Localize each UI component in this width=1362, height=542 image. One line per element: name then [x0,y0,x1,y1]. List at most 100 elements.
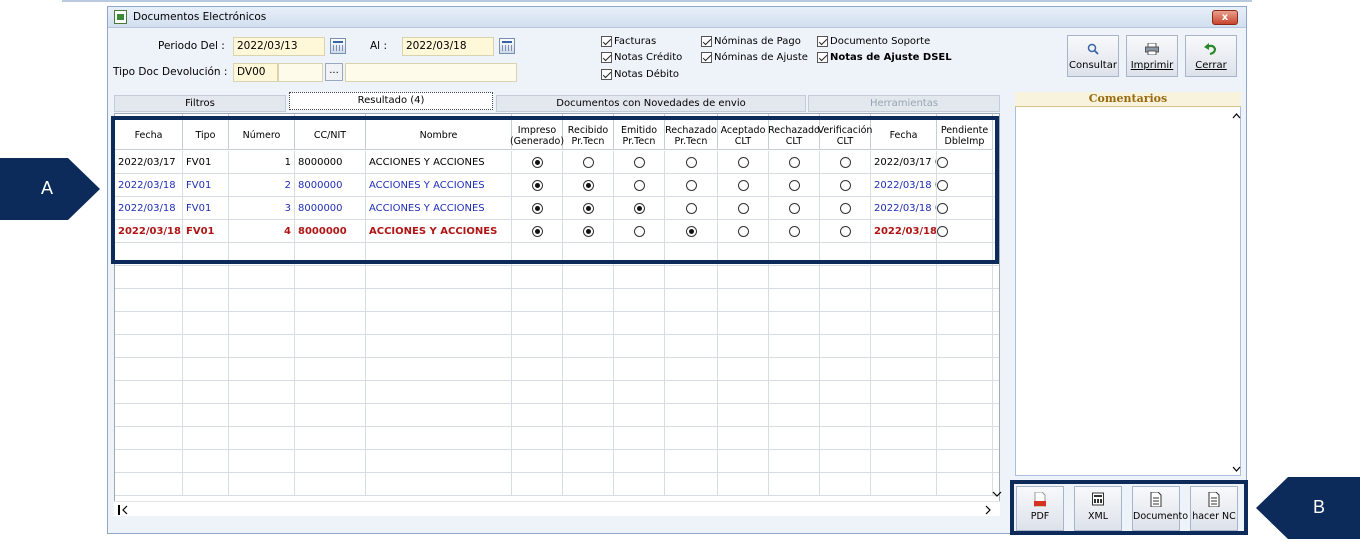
periodo-label: Periodo Del : [158,40,225,52]
empty-cell [665,335,718,357]
checkbox-notas-credito[interactable]: Notas Crédito [601,52,682,63]
empty-cell [718,312,769,334]
window-title: Documentos Electrónicos [133,11,267,23]
empty-cell [563,266,614,288]
empty-cell [366,427,512,449]
checkbox-notas-debito[interactable]: Notas Débito [601,69,679,80]
horizontal-scrollbar[interactable] [114,491,1002,516]
empty-cell [183,289,229,311]
tipo-doc-input[interactable]: DV00 [233,63,278,82]
empty-cell [665,266,718,288]
empty-cell [769,266,820,288]
comments-scrollbar[interactable] [1232,108,1241,475]
checkbox-checked-icon [601,69,612,80]
browse-button[interactable]: ... [325,63,343,81]
tab-documentos-novedades[interactable]: Documentos con Novedades de envio [496,95,806,112]
empty-cell [115,358,183,380]
empty-cell [769,404,820,426]
empty-cell [563,381,614,403]
checkbox-nominas-pago[interactable]: Nóminas de Pago [701,36,801,47]
empty-cell [183,381,229,403]
empty-cell [769,335,820,357]
tipo-doc-extra-input[interactable] [278,63,323,82]
empty-cell [665,404,718,426]
empty-cell [563,312,614,334]
empty-cell [718,266,769,288]
empty-cell [229,266,295,288]
empty-cell [718,450,769,472]
empty-cell [115,473,183,495]
checkbox-checked-icon [817,52,828,63]
empty-cell [718,335,769,357]
scroll-right-icon[interactable] [984,505,992,515]
checkbox-notas-ajuste-dsel[interactable]: Notas de Ajuste DSEL [817,52,952,63]
checkbox-checked-icon [601,36,612,47]
tipo-doc-description [345,63,517,82]
empty-cell [820,381,871,403]
empty-cell [614,358,665,380]
checkbox-facturas[interactable]: Facturas [601,36,656,47]
empty-cell [512,358,563,380]
cerrar-button[interactable]: Cerrar [1185,35,1237,77]
empty-cell [937,450,993,472]
checkbox-checked-icon [701,36,712,47]
empty-cell [115,404,183,426]
empty-row [115,335,999,358]
empty-cell [183,450,229,472]
empty-cell [229,358,295,380]
imprimir-button[interactable]: Imprimir [1126,35,1178,77]
empty-row [115,450,999,473]
empty-cell [115,335,183,357]
empty-cell [871,473,937,495]
empty-cell [937,335,993,357]
close-button[interactable]: x [1212,10,1238,25]
empty-cell [820,427,871,449]
calendar-al-icon[interactable] [499,38,515,54]
empty-cell [366,358,512,380]
empty-cell [366,266,512,288]
periodo-del-input[interactable]: 2022/03/13 [233,37,325,56]
scroll-up-icon[interactable] [1232,112,1241,120]
empty-cell [614,266,665,288]
empty-cell [366,312,512,334]
scroll-down-icon[interactable] [1232,465,1241,473]
scroll-left-icon[interactable] [118,505,130,515]
empty-cell [229,473,295,495]
empty-cell [665,358,718,380]
scroll-down-icon[interactable] [992,490,1002,498]
empty-cell [614,312,665,334]
empty-cell [769,289,820,311]
empty-cell [563,289,614,311]
consultar-button[interactable]: Consultar [1067,35,1119,77]
empty-cell [295,381,366,403]
empty-cell [512,266,563,288]
empty-cell [229,381,295,403]
calendar-del-icon[interactable] [330,38,346,54]
empty-cell [665,427,718,449]
empty-cell [295,427,366,449]
empty-cell [820,289,871,311]
tab-resultado[interactable]: Resultado (4) [289,92,493,110]
empty-cell [937,358,993,380]
empty-cell [183,312,229,334]
checkbox-checked-icon [817,36,828,47]
empty-cell [718,381,769,403]
empty-cell [665,289,718,311]
checkbox-nominas-ajuste[interactable]: Nóminas de Ajuste [701,52,808,63]
checkbox-documento-soporte[interactable]: Documento Soporte [817,36,930,47]
empty-cell [512,450,563,472]
empty-cell [295,450,366,472]
empty-cell [563,427,614,449]
periodo-al-input[interactable]: 2022/03/18 [402,37,494,56]
empty-cell [614,450,665,472]
tab-filtros[interactable]: Filtros [114,95,286,112]
empty-cell [665,381,718,403]
tab-herramientas[interactable]: Herramientas [808,95,1000,112]
al-label: Al : [370,40,387,52]
empty-cell [937,473,993,495]
empty-cell [563,335,614,357]
empty-cell [295,266,366,288]
empty-cell [614,289,665,311]
comments-textarea[interactable] [1015,92,1241,476]
empty-cell [366,473,512,495]
